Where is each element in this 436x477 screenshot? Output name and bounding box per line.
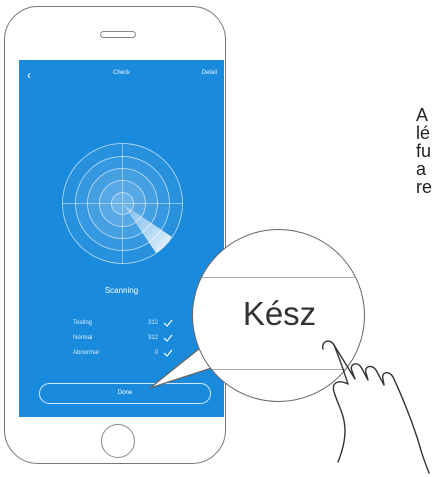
side-caption-line: A [416,105,429,125]
pointing-hand-icon [322,340,430,474]
side-caption-line: re [416,177,433,197]
side-caption: A lé fu a re [416,106,432,196]
side-caption-line: lé [416,123,431,143]
side-caption-line: a [416,159,427,179]
side-caption-line: fu [416,141,432,161]
